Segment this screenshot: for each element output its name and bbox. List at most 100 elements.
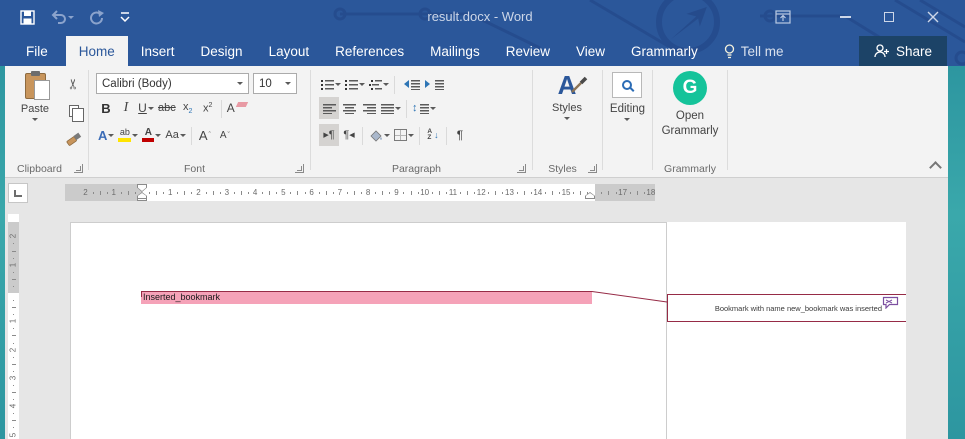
line-spacing-arrows-icon: ↕ [412,102,418,114]
borders-button[interactable] [392,124,416,146]
bold-button[interactable]: B [96,97,116,119]
format-painter-button[interactable] [62,126,86,150]
customize-quick-access-toolbar-icon[interactable] [120,11,130,23]
multilevel-list-button[interactable] [367,73,391,95]
decrease-indent-button[interactable] [398,73,422,95]
ruler-tick [206,192,207,194]
undo-icon[interactable] [50,10,74,24]
group-grammarly: G Open Grammarly Grammarly [653,66,727,177]
cut-button[interactable]: ✂ [62,72,86,96]
line-spacing-button[interactable]: ↕ [410,97,438,119]
tab-home[interactable]: Home [66,36,128,66]
comment-bubble-icon[interactable] [882,296,899,314]
close-icon[interactable] [911,3,955,31]
group-label-font: Font [89,163,300,175]
sort-button[interactable]: AZ↓ [423,124,443,146]
text-highlight-color-button[interactable]: ab [116,124,140,146]
comment-balloon[interactable]: Bookmark with name new_bookmark was inse… [667,294,906,322]
tab-stop-selector[interactable] [8,183,28,203]
strikethrough-button[interactable]: abc [156,97,178,119]
font-name-value: Calibri (Body) [102,78,233,90]
tab-view[interactable]: View [563,36,618,66]
numbering-button[interactable] [343,73,367,95]
collapse-ribbon-icon[interactable] [931,160,940,169]
align-left-button[interactable] [319,97,339,119]
ruler-number: 7 [338,184,342,201]
numbered-list-icon [345,79,358,90]
clipboard-dialog-launcher-icon[interactable] [74,164,83,173]
borders-icon [394,129,407,141]
ruler-tick [382,191,383,195]
paste-button[interactable]: Paste [11,70,59,170]
ruler-tick [446,192,447,194]
ruler-tick [13,413,15,414]
styles-button[interactable]: A Styles [539,70,595,166]
ruler-tick [13,399,15,400]
italic-button[interactable]: I [116,97,136,119]
scissors-icon: ✂ [66,78,82,90]
paragraph-dialog-launcher-icon[interactable] [517,164,526,173]
tab-file[interactable]: File [8,36,66,66]
copy-button[interactable] [62,99,86,123]
tab-mailings[interactable]: Mailings [417,36,493,66]
align-left-icon [323,103,336,114]
tell-me-button[interactable]: Tell me [711,36,797,66]
open-grammarly-button[interactable]: G Open Grammarly [662,71,719,139]
tab-references[interactable]: References [322,36,417,66]
ruler-tick [354,191,355,195]
save-icon[interactable] [20,10,35,25]
clear-formatting-button[interactable]: A [225,97,249,119]
group-separator [727,70,728,170]
comment-markup-area [667,222,906,439]
align-center-button[interactable] [339,97,359,119]
horizontal-ruler[interactable]: 211234567891011121314151718 [65,184,655,201]
ruler-tick [552,191,553,195]
font-dialog-launcher-icon[interactable] [295,164,304,173]
justify-button[interactable] [379,97,403,119]
share-button[interactable]: Share [859,36,947,66]
right-to-left-button[interactable]: ¶◀ [339,124,359,146]
shading-bucket-icon [368,129,383,142]
ruler-tick [403,192,404,194]
text-effects-button[interactable]: A [96,124,116,146]
font-color-button[interactable]: A [140,124,163,146]
maximize-icon[interactable] [867,3,911,31]
styles-dialog-launcher-icon[interactable] [588,164,597,173]
vertical-ruler[interactable]: 2112345 [8,214,19,439]
highlighted-bookmark-text[interactable]: Inserted_bookmark [141,291,592,304]
subscript-button[interactable]: x2 [178,97,198,119]
minimize-icon[interactable] [823,3,867,31]
align-right-button[interactable] [359,97,379,119]
underline-button[interactable]: U [136,97,156,119]
group-paragraph: ↕ ▶¶ ¶◀ AZ↓ ¶ Paragraph [311,66,532,177]
tab-design[interactable]: Design [188,36,256,66]
ruler-tick [474,192,475,194]
editing-button[interactable]: Editing [610,72,645,127]
left-to-right-button[interactable]: ▶¶ [319,124,339,146]
grow-font-button[interactable]: Aˆ [195,124,215,146]
font-size-combobox[interactable]: 10 [253,73,297,94]
quick-access-toolbar [20,5,130,29]
multilevel-list-icon [369,79,382,90]
tab-review[interactable]: Review [493,36,563,66]
tab-insert[interactable]: Insert [128,36,188,66]
tab-layout[interactable]: Layout [256,36,323,66]
font-name-combobox[interactable]: Calibri (Body) [96,73,249,94]
shrink-font-button[interactable]: Aˇ [215,124,235,146]
ruler-number: 1 [111,184,115,201]
tab-grammarly[interactable]: Grammarly [618,36,711,66]
ruler-tick [524,191,525,195]
change-case-button[interactable]: Aa [163,124,187,146]
document-page[interactable] [70,222,667,439]
ribbon-display-options-icon[interactable] [761,3,805,31]
shading-button[interactable] [366,124,392,146]
redo-icon[interactable] [89,10,105,25]
show-hide-marks-button[interactable]: ¶ [450,124,470,146]
ruler-tick [375,192,376,194]
ruler-tick [531,192,532,194]
increase-indent-button[interactable] [422,73,446,95]
bullets-button[interactable] [319,73,343,95]
left-indent-marker[interactable] [137,198,147,201]
superscript-button[interactable]: x2 [198,97,218,119]
share-label: Share [896,44,932,59]
